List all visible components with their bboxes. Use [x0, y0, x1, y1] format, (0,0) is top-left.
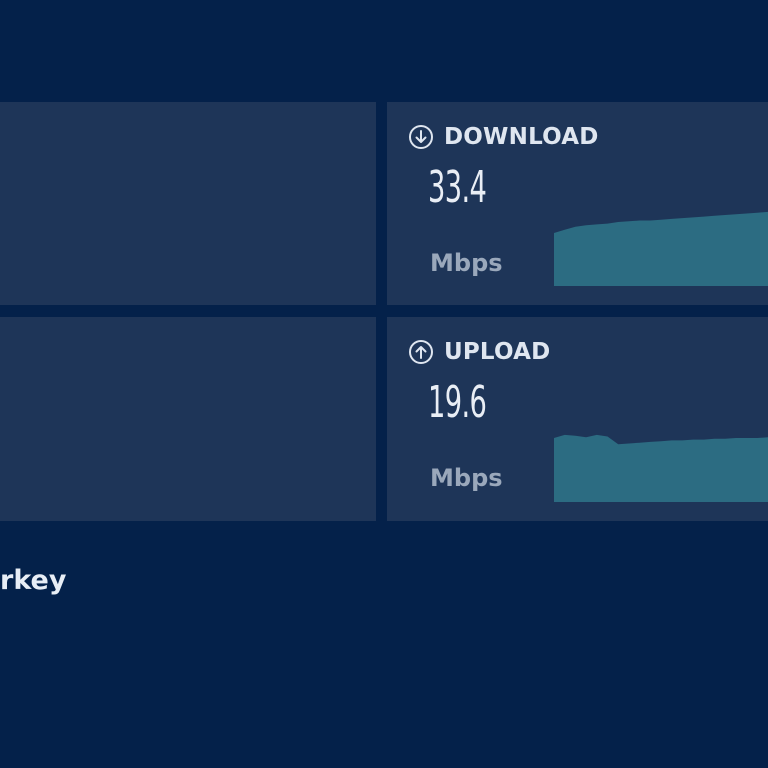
upload-title: UPLOAD	[444, 339, 551, 365]
speed-test-screen: DOWNLOAD 33.4 Mbps UPLOAD 19.6 Mbps rkey	[0, 0, 768, 768]
upload-header: UPLOAD	[408, 339, 550, 365]
upload-unit: Mbps	[430, 464, 503, 492]
upload-speed-value: 19.6	[428, 377, 487, 428]
upload-speed-graph	[554, 402, 768, 502]
upload-arrow-icon	[408, 339, 434, 365]
download-panel: DOWNLOAD 33.4 Mbps	[387, 102, 768, 305]
download-title: DOWNLOAD	[444, 124, 599, 150]
download-header: DOWNLOAD	[408, 124, 599, 150]
location-label: rkey	[0, 565, 67, 596]
left-top-panel	[0, 102, 376, 305]
left-bottom-panel	[0, 317, 376, 521]
download-unit: Mbps	[430, 249, 503, 277]
download-speed-graph	[554, 186, 768, 286]
download-speed-value: 33.4	[428, 162, 487, 213]
upload-graph-area	[554, 434, 768, 502]
upload-panel: UPLOAD 19.6 Mbps	[387, 317, 768, 521]
download-graph-area	[554, 211, 768, 286]
download-arrow-icon	[408, 124, 434, 150]
